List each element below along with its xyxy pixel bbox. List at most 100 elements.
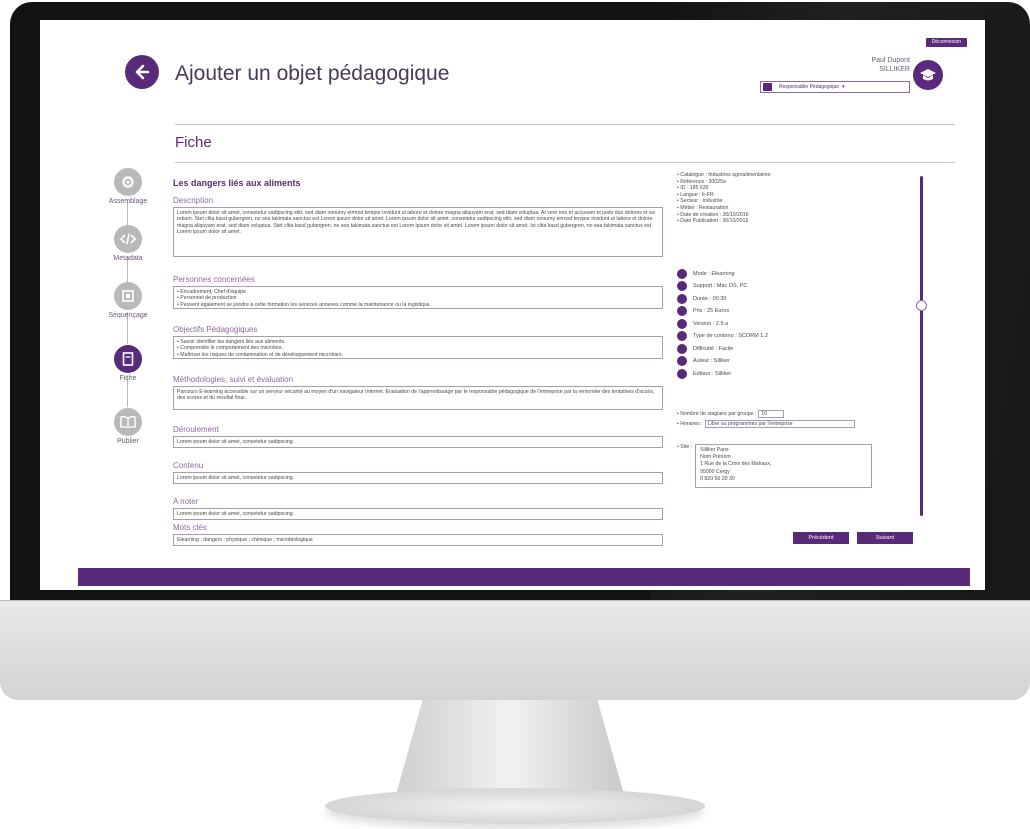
detail-text: Editeur : Silliker — [693, 370, 732, 377]
graduation-cap-icon — [913, 60, 943, 90]
site-line: 0 820 56 20 30 — [700, 475, 735, 482]
mots-cles-label: Mots clés — [173, 523, 207, 532]
support-icon — [677, 281, 687, 291]
gear-icon — [114, 168, 142, 196]
sequence-icon — [114, 282, 142, 310]
screen: Déconnexion Ajouter un objet pédagogique… — [40, 20, 985, 590]
site-row: • Site : Silliker Paris Nom Prénom 1 Rue… — [677, 444, 873, 488]
next-button[interactable]: Suivant — [857, 532, 913, 544]
objectifs-label: Objectifs Pédagogiques — [173, 325, 258, 334]
detail-text: Prix : 25 Euros — [693, 308, 730, 314]
back-button[interactable] — [125, 55, 159, 89]
user-name: Paul Dupont — [871, 57, 910, 64]
arrow-left-icon — [135, 64, 150, 80]
methodologies-label: Méthodologies, suivi et évaluation — [173, 375, 294, 384]
object-title: Les dangers liés aux aliments — [173, 178, 301, 188]
objectifs-field[interactable]: Savoir identifier les dangers liés aux a… — [173, 336, 663, 359]
section-title: Fiche — [175, 134, 212, 151]
step-publier[interactable]: Publier — [88, 408, 168, 445]
mode-icon — [677, 268, 687, 279]
step-label: Assemblage — [108, 198, 148, 205]
description-label: Description — [173, 196, 214, 205]
list-item: Peuvent également se joindre à cette for… — [177, 302, 659, 308]
step-label: Metadata — [113, 255, 143, 262]
detail-list: Mode : Elearning Support : Mac OS, PC Du… — [677, 268, 768, 381]
difficulty-icon — [677, 343, 687, 354]
mots-cles-field[interactable]: Elearning ; dangers ; physique ; chimiqu… — [173, 534, 663, 546]
site-line: 1 Rue de la Croix des Mahaux, — [700, 461, 772, 468]
version-icon — [677, 318, 687, 329]
step-fiche[interactable]: Fiche — [88, 345, 168, 382]
chevron-down-icon: ▾ — [842, 84, 845, 90]
description-field[interactable]: Lorem ipsum dolor sit amet, consetetur s… — [173, 207, 663, 257]
contenu-label: Contenu — [173, 461, 204, 470]
user-info: Paul Dupont SILLIKER — [871, 56, 910, 74]
detail-auteur: Auteur : Silliker — [677, 356, 768, 367]
user-org: SILLIKER — [879, 66, 910, 73]
detail-text: Durée : 00:30 — [693, 295, 727, 302]
personnes-label: Personnes concernées — [173, 275, 255, 284]
detail-text: Version : 2.9.a — [693, 320, 729, 327]
metadata-list: Catalogue : Industries agroalimentaires … — [677, 172, 771, 225]
step-label: Séquençage — [108, 312, 148, 319]
detail-editeur: Editeur : Silliker — [677, 368, 768, 379]
previous-button[interactable]: Précédent — [793, 532, 849, 544]
detail-text: Mode : Elearning — [693, 270, 735, 277]
step-metadata[interactable]: Metadata — [88, 225, 168, 262]
meta-item: Langue : fr-FR — [677, 192, 771, 199]
horaires-label: Horaires : — [680, 420, 703, 427]
extra-fields: • Nombre de stagiaire par groupe : 10 • … — [677, 409, 855, 429]
author-icon — [677, 356, 687, 366]
meta-item: Métier : Restauration — [677, 205, 771, 212]
stagiaires-label: Nombre de stagiaire par groupe : — [680, 410, 757, 417]
price-icon — [677, 306, 687, 316]
role-select[interactable]: Responsable Pédagogique ▾ — [760, 81, 910, 93]
logout-button[interactable]: Déconnexion — [925, 38, 967, 47]
section-divider — [175, 162, 955, 163]
step-assemblage[interactable]: Assemblage — [88, 168, 168, 205]
document-icon — [114, 345, 142, 373]
footer-bar — [78, 568, 970, 586]
detail-duree: Durée : 00:30 — [677, 293, 768, 304]
site-field[interactable]: Silliker Paris Nom Prénom 1 Rue de la Cr… — [695, 444, 873, 488]
detail-text: Auteur : Silliker — [693, 358, 730, 364]
scrollbar-handle[interactable] — [916, 300, 927, 311]
detail-text: Type de contenu : SCORM 1.2 — [693, 333, 768, 339]
detail-version: Version : 2.9.a — [677, 318, 768, 329]
site-line: 95000 Cergy — [700, 468, 730, 475]
header-divider — [175, 124, 955, 125]
a-noter-field[interactable]: Lorem ipsum dolor sit amet, consetetur s… — [173, 508, 663, 520]
meta-item: Catalogue : Industries agroalimentaires — [677, 172, 770, 179]
detail-text: Support : Mac OS, PC — [693, 283, 748, 289]
site-line: Silliker Paris — [700, 447, 729, 453]
step-label: Fiche — [119, 375, 137, 382]
book-icon — [114, 408, 142, 436]
meta-item: Date Publication : 30/10/2016 — [677, 218, 771, 225]
content-type-icon — [677, 331, 687, 341]
site-line: Nom Prénom — [700, 454, 731, 461]
clock-icon — [677, 293, 687, 304]
detail-support: Support : Mac OS, PC — [677, 281, 768, 292]
scrollbar-track[interactable] — [920, 176, 923, 516]
site-label: Site : — [680, 444, 693, 450]
meta-item: Secteur : Industrie — [677, 198, 771, 205]
methodologies-field[interactable]: Parcours E-learning accessible sur un se… — [173, 386, 663, 410]
stagiaires-row: • Nombre de stagiaire par groupe : 10 — [677, 409, 855, 418]
role-icon — [763, 83, 772, 91]
meta-item: ID : 185 630 — [677, 185, 771, 192]
deroulement-label: Déroulement — [173, 425, 219, 434]
step-sequencage[interactable]: Séquençage — [88, 282, 168, 319]
meta-item: Référence : 30025a — [677, 179, 771, 186]
stagiaires-input[interactable]: 10 — [758, 409, 785, 418]
publisher-icon — [677, 368, 687, 379]
detail-text: Difficulté : Facile — [693, 345, 734, 352]
meta-item: Date de création : 30/10/2016 — [677, 212, 771, 219]
detail-type: Type de contenu : SCORM 1.2 — [677, 331, 768, 342]
step-label: Publier — [117, 438, 139, 445]
deroulement-field[interactable]: Lorem ipsum dolor sit amet, consetetur s… — [173, 436, 663, 448]
personnes-field[interactable]: Encadrement, Chef d'équipe Personnel de … — [173, 286, 663, 309]
contenu-field[interactable]: Lorem ipsum dolor sit amet, consetetur s… — [173, 472, 663, 484]
horaires-input[interactable]: Libre ou programmes par l'entreprise — [704, 419, 855, 428]
monitor-stand — [395, 700, 625, 798]
a-noter-label: A noter — [173, 497, 199, 506]
